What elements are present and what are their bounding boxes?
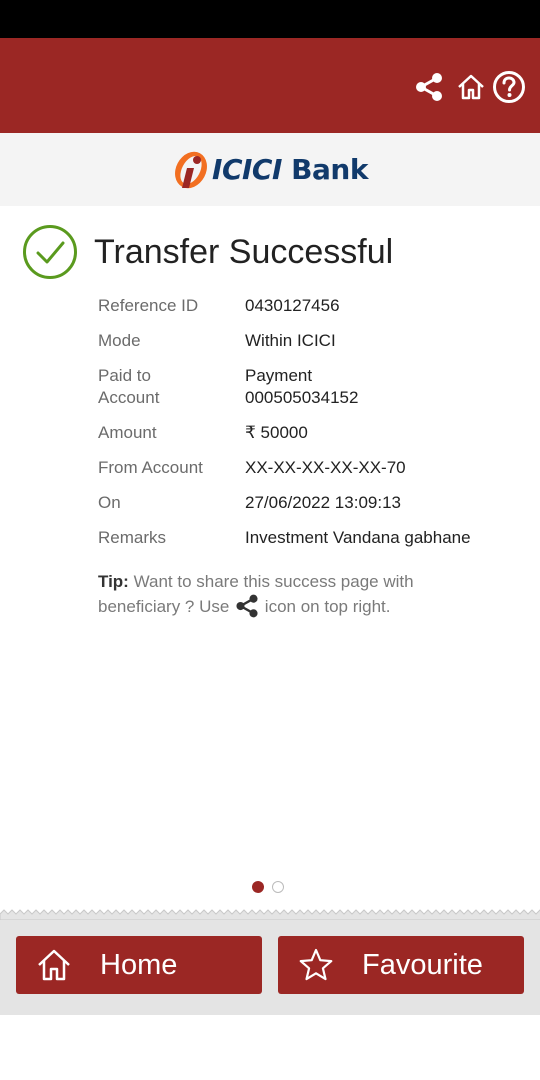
share-icon[interactable] [412,70,446,104]
tip-text-after: icon on top right. [260,597,391,616]
favourite-button-label: Favourite [362,948,483,981]
zigzag-divider [0,908,540,920]
page-indicator [252,881,284,893]
logo-wordmark: ICICI Bank [212,153,368,186]
detail-value: ₹ 50000 [245,423,308,442]
detail-row-amount: Amount ₹ 50000 [98,422,518,444]
page-title: Transfer Successful [94,232,394,271]
favourite-button[interactable]: Favourite [278,936,524,994]
success-check-icon [23,225,77,279]
logo-strip: ICICI Bank [0,133,540,206]
detail-label: From Account [98,458,203,477]
detail-value: 27/06/2022 13:09:13 [245,493,401,512]
home-icon [34,945,74,985]
detail-value: 0430127456 [245,296,340,315]
detail-row-on: On 27/06/2022 13:09:13 [98,492,518,514]
detail-label: Reference ID [98,296,199,315]
detail-label: Remarks [98,528,167,547]
detail-row-remarks: Remarks Investment Vandana gabhane [98,527,518,549]
detail-row-mode: Mode Within ICICI [98,330,518,352]
detail-value: Within ICICI [245,331,336,350]
home-icon[interactable] [454,70,488,104]
detail-value: Payment 000505034152 [245,366,359,407]
tip-text: Tip: Want to share this success page wit… [98,570,498,619]
detail-row-from-account: From Account XX-XX-XX-XX-XX-70 [98,457,518,479]
detail-value: XX-XX-XX-XX-XX-70 [245,458,406,477]
detail-row-paid-to-account: Paid to Account Payment 000505034152 [98,365,518,409]
page-dot-inactive[interactable] [272,881,284,893]
home-button[interactable]: Home [16,936,262,994]
home-button-label: Home [100,948,178,981]
icici-logo-mark [175,151,208,188]
share-icon [236,594,258,618]
star-icon [296,945,336,985]
app-bar [0,38,540,133]
status-bar [0,0,540,38]
tip-prefix: Tip: [98,572,129,591]
page-dot-active[interactable] [252,881,264,893]
detail-value: Investment Vandana gabhane [245,528,471,547]
success-header: Transfer Successful [22,224,393,280]
icici-logo: ICICI Bank [172,148,368,192]
detail-row-reference-id: Reference ID 0430127456 [98,295,518,317]
detail-label: Amount [98,423,157,442]
transfer-details: Reference ID 0430127456 Mode Within ICIC… [98,295,518,562]
detail-label: Mode [98,331,141,350]
detail-label: On [98,493,121,512]
help-icon[interactable] [492,70,526,104]
detail-label: Paid to Account [98,366,160,407]
